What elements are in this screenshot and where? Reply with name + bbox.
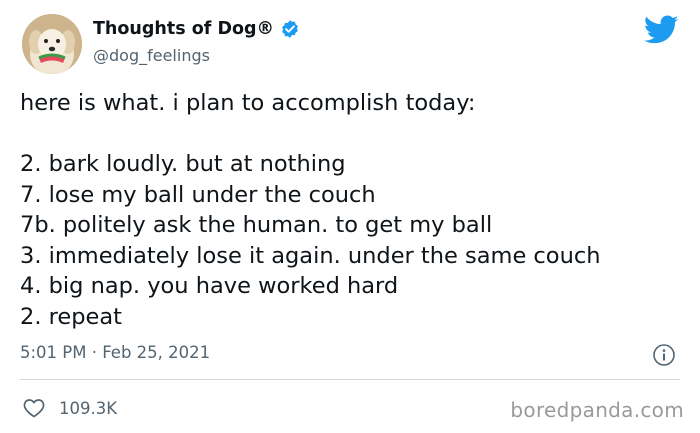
tweet-text: here is what. i plan to accomplish today… xyxy=(20,88,680,332)
tweet-text-line: 7b. politely ask the human. to get my ba… xyxy=(20,212,493,238)
info-icon[interactable] xyxy=(652,343,676,367)
source-watermark: boredpanda.com xyxy=(510,398,684,422)
like-button[interactable]: 109.3K xyxy=(22,396,117,420)
display-name[interactable]: Thoughts of Dog® xyxy=(93,19,274,39)
tweet-timestamp[interactable]: 5:01 PM · Feb 25, 2021 xyxy=(20,343,210,362)
tweet-text-line: here is what. i plan to accomplish today… xyxy=(20,90,476,116)
author-name-row: Thoughts of Dog® xyxy=(93,19,300,39)
tweet-card: Thoughts of Dog® @dog_feelings here is w… xyxy=(0,0,700,433)
tweet-text-blank-line xyxy=(20,119,680,150)
divider xyxy=(20,379,680,380)
tweet-text-line: 7. lose my ball under the couch xyxy=(20,181,376,208)
handle[interactable]: @dog_feelings xyxy=(93,46,210,65)
dog-avatar-image xyxy=(22,14,82,74)
tweet-text-line: 2. bark loudly. but at nothing xyxy=(20,151,346,177)
tweet-text-line: 3. immediately lose it again. under the … xyxy=(20,242,601,269)
heart-icon xyxy=(23,399,45,418)
verified-badge-icon xyxy=(282,20,298,38)
avatar[interactable] xyxy=(22,14,82,74)
twitter-bird-icon[interactable] xyxy=(644,15,679,45)
tweet-text-line: 2. repeat xyxy=(20,303,122,330)
tweet-text-line: 4. big nap. you have worked hard xyxy=(20,273,399,299)
like-count: 109.3K xyxy=(59,398,118,418)
